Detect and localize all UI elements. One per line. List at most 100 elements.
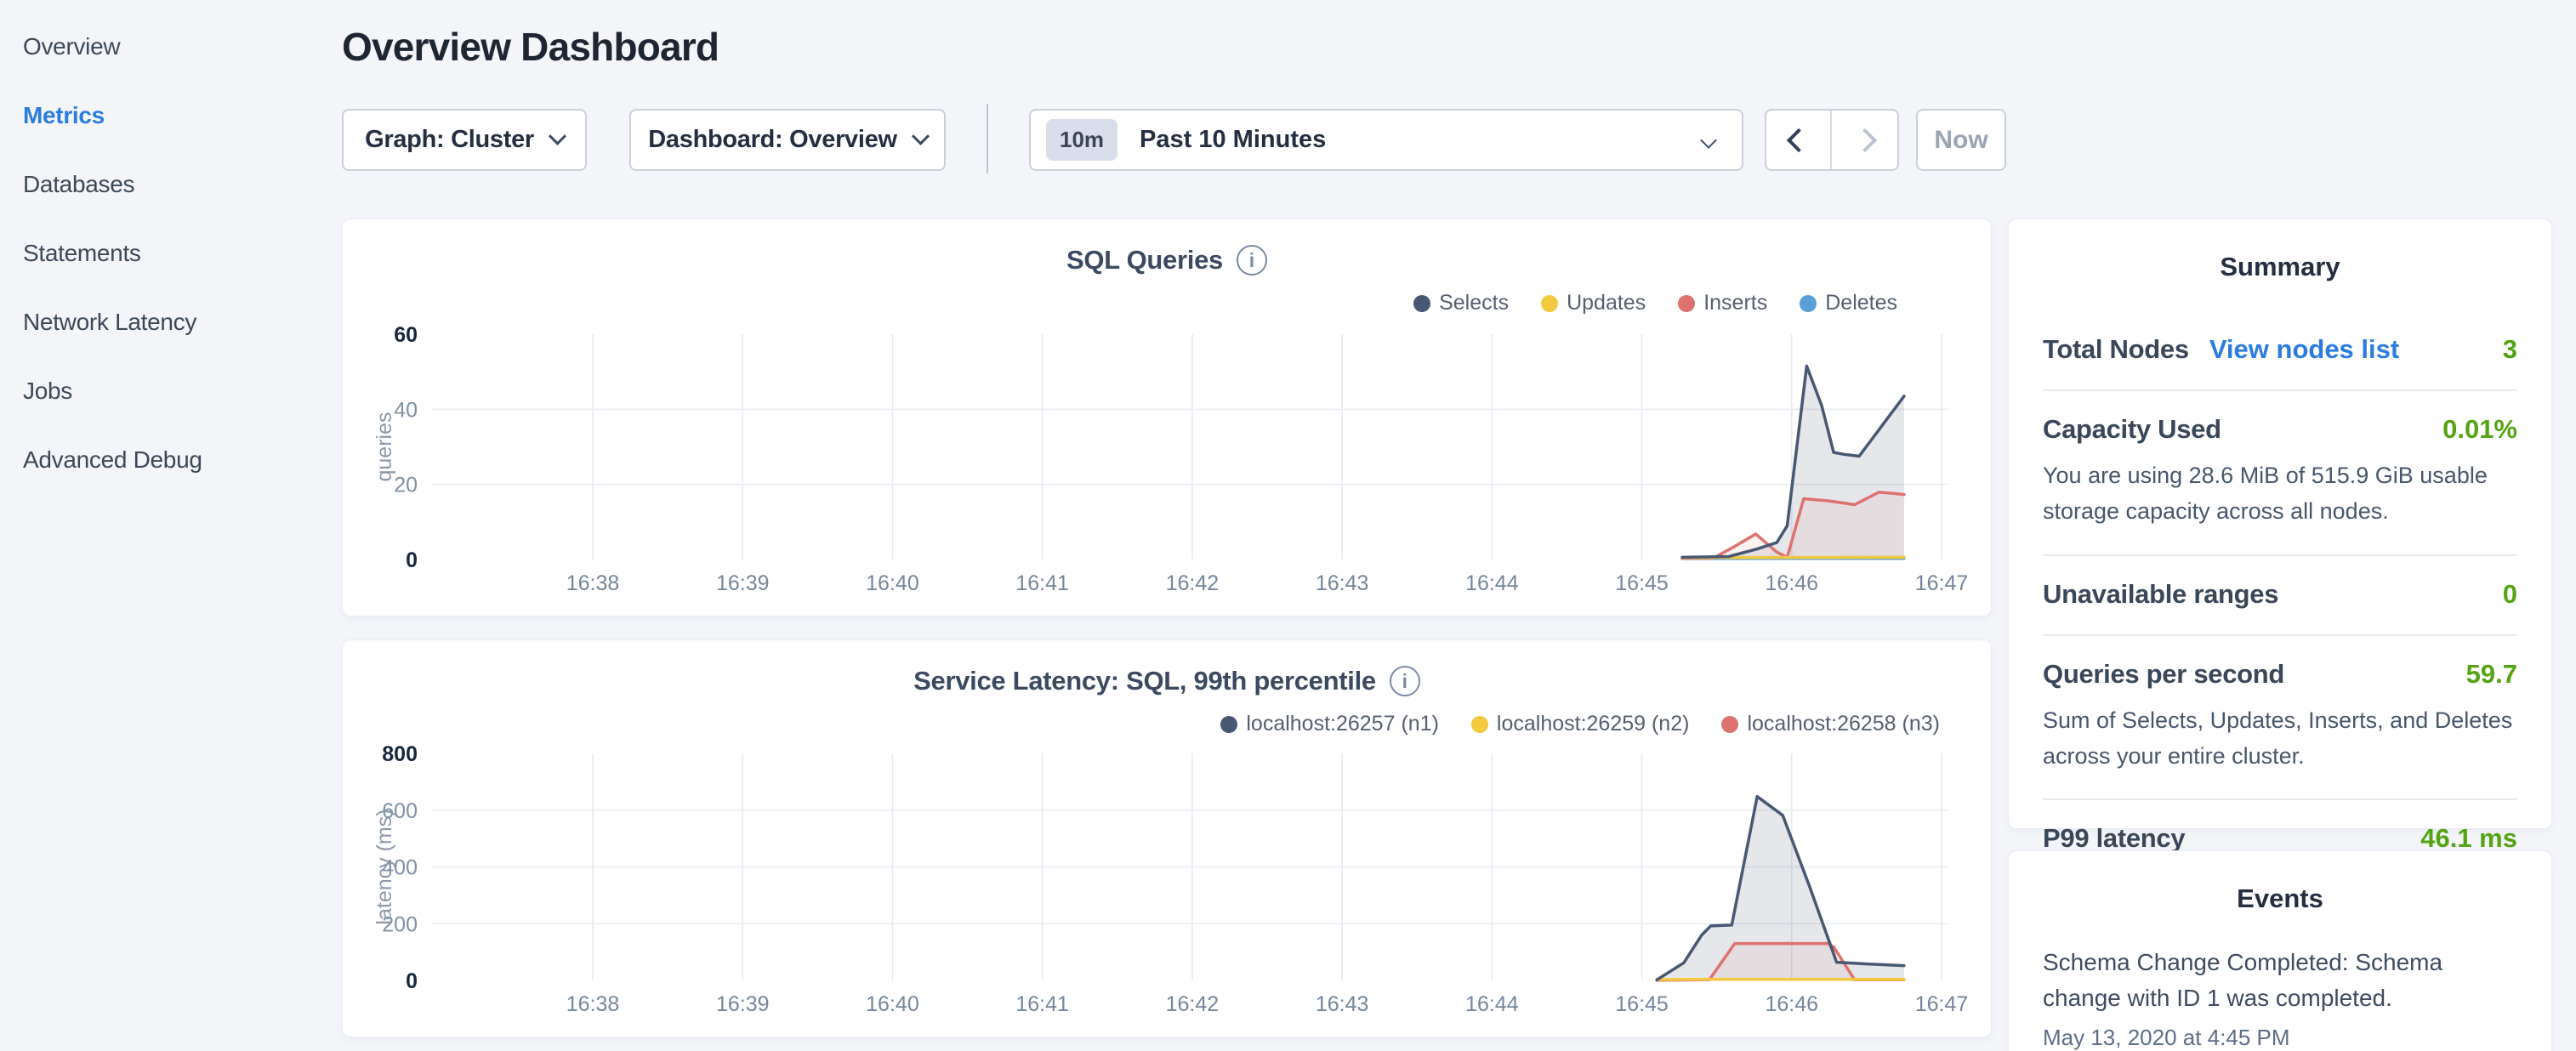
legend-label: localhost:26258 (n3) [1747,712,1940,736]
chevron-right-icon [1852,128,1876,151]
sidebar-item-jobs[interactable]: Jobs [23,356,329,425]
summary-panel: Summary Total NodesView nodes list3Capac… [2008,219,2552,829]
svg-text:16:42: 16:42 [1166,992,1220,1016]
legend-dot-icon [1220,716,1237,733]
chevron-left-icon [1786,128,1810,151]
chevron-down-icon [549,128,566,145]
chevron-down-icon [1700,132,1717,149]
event-message: Schema Change Completed: Schema change w… [2043,945,2451,1016]
svg-text:16:44: 16:44 [1465,992,1519,1016]
time-range-label: Past 10 Minutes [1140,126,1326,154]
summary-row-value: 59.7 [2466,659,2517,690]
event-timestamp: May 13, 2020 at 4:45 PM [2043,1025,2517,1051]
info-icon[interactable]: i [1390,666,1420,696]
svg-text:queries: queries [372,412,396,482]
dashboard-dropdown[interactable]: Dashboard: Overview [629,109,946,171]
sidebar-item-label: Databases [23,171,134,198]
sidebar-item-databases[interactable]: Databases [23,150,329,219]
svg-text:16:47: 16:47 [1915,571,1969,595]
summary-row-value: 46.1 ms [2420,823,2517,854]
sidebar-item-label: Overview [23,33,120,60]
sidebar-item-metrics[interactable]: Metrics [23,81,329,150]
sidebar-item-label: Statements [23,240,141,267]
legend-item[interactable]: Selects [1413,291,1509,315]
sidebar-item-overview[interactable]: Overview [23,12,329,81]
svg-text:20: 20 [394,474,418,497]
now-button[interactable]: Now [1916,109,2006,171]
legend-label: localhost:26257 (n1) [1246,712,1439,736]
legend-label: Updates [1567,291,1646,315]
legend-dot-icon [1471,716,1488,733]
svg-text:16:46: 16:46 [1765,992,1818,1016]
summary-row-label: Capacity Used [2043,414,2221,445]
legend-item[interactable]: localhost:26258 (n3) [1721,712,1940,736]
sidebar-item-label: Metrics [23,102,105,129]
legend-item[interactable]: localhost:26257 (n1) [1220,712,1439,736]
summary-row: Capacity Used 0.01% You are using 28.6 MiB… [2043,389,2517,554]
service-latency-plot: 16:3816:3916:4016:4116:4216:4316:4416:45… [343,640,1993,1038]
events-title: Events [2009,883,2551,914]
svg-text:16:42: 16:42 [1166,571,1220,595]
legend-dot-icon [1413,295,1430,312]
svg-text:16:44: 16:44 [1465,571,1519,595]
summary-row-value: 0 [2503,579,2517,610]
summary-title: Summary [2009,252,2551,282]
summary-row-label: Unavailable ranges [2043,579,2278,610]
sidebar-item-network-latency[interactable]: Network Latency [23,287,329,356]
summary-row-label: P99 latency [2043,823,2185,854]
legend-label: Selects [1439,291,1509,315]
legend-dot-icon [1800,295,1817,312]
time-step-back-button[interactable] [1766,111,1832,169]
svg-text:16:41: 16:41 [1015,571,1069,595]
svg-text:16:43: 16:43 [1316,571,1369,595]
legend-item[interactable]: Deletes [1800,291,1897,315]
sql-queries-plot: 16:3816:3916:4016:4116:4216:4316:4416:45… [343,219,1993,617]
svg-text:60: 60 [394,323,418,347]
summary-row-description: You are using 28.6 MiB of 515.9 GiB usab… [2043,458,2517,530]
time-window-badge: 10m [1046,119,1117,161]
svg-text:40: 40 [394,398,418,422]
sidebar-item-advanced-debug[interactable]: Advanced Debug [23,425,329,494]
legend-dot-icon [1678,295,1695,312]
svg-text:16:40: 16:40 [866,571,919,595]
page-title: Overview Dashboard [342,24,719,70]
legend-item[interactable]: Inserts [1678,291,1767,315]
view-nodes-list-link[interactable]: View nodes list [2209,334,2399,365]
admin-ui-page: Overview Metrics Databases Statements Networ… [0,0,2576,1051]
summary-row-value: 0.01% [2442,414,2517,445]
legend-item[interactable]: Updates [1541,291,1646,315]
svg-text:0: 0 [406,548,418,572]
summary-row: Queries per second59.7Sum of Selects, Up… [2043,634,2517,799]
svg-text:16:38: 16:38 [566,992,620,1016]
svg-text:16:39: 16:39 [716,571,770,595]
legend-dot-icon [1721,716,1738,733]
svg-text:latency (ms): latency (ms) [372,809,396,924]
chart-title: Service Latency: SQL, 99th percentile [913,666,1376,696]
dashboard-dropdown-label: Dashboard: Overview [648,126,896,154]
sidebar-item-label: Advanced Debug [23,446,202,474]
chevron-down-icon [912,128,930,145]
svg-text:16:46: 16:46 [1765,571,1818,595]
svg-text:16:47: 16:47 [1915,992,1969,1016]
info-icon[interactable]: i [1237,245,1267,276]
summary-row: Total NodesView nodes list3 [2043,311,2517,389]
time-step-forward-button[interactable] [1832,111,1897,169]
svg-text:16:41: 16:41 [1015,992,1069,1016]
svg-text:800: 800 [382,742,418,766]
svg-text:16:43: 16:43 [1316,992,1369,1016]
legend-label: localhost:26259 (n2) [1497,712,1690,736]
chart-legend: Selects Updates Inserts Deletes [1413,291,1897,315]
svg-text:16:39: 16:39 [716,992,770,1016]
time-range-dropdown[interactable]: 10m Past 10 Minutes [1029,109,1743,171]
summary-row-description: Sum of Selects, Updates, Inserts, and De… [2043,703,2517,775]
graph-scope-dropdown[interactable]: Graph: Cluster [342,109,587,171]
service-latency-chart-card: Service Latency: SQL, 99th percentile i … [342,639,1992,1037]
summary-row-value: 3 [2503,334,2517,365]
graph-scope-dropdown-label: Graph: Cluster [365,126,534,154]
toolbar-divider [987,104,988,173]
sidebar-item-statements[interactable]: Statements [23,219,329,287]
legend-item[interactable]: localhost:26259 (n2) [1471,712,1690,736]
sql-queries-chart-card: SQL Queries i SelectsUpdatesInsertsDelet… [342,219,1992,616]
svg-text:0: 0 [406,969,418,993]
svg-text:16:45: 16:45 [1615,992,1669,1016]
